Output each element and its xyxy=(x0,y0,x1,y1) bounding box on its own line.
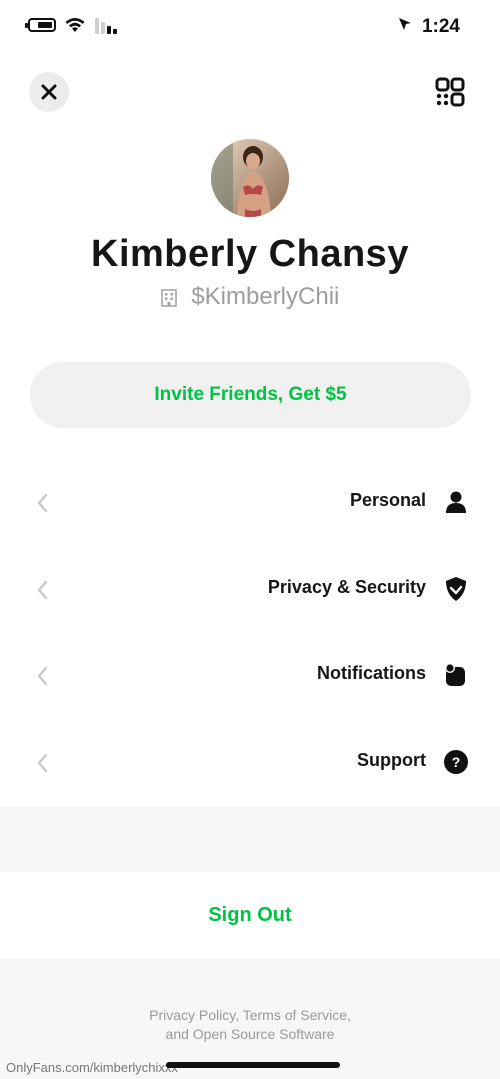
menu-item-personal[interactable]: Personal xyxy=(0,473,500,533)
status-time: 1:24 xyxy=(421,16,460,37)
home-indicator[interactable] xyxy=(166,1062,340,1068)
watermark-text: OnlyFans.com/kimberlychixxx xyxy=(6,1060,178,1075)
section-divider xyxy=(0,806,500,872)
menu-item-label: Notifications xyxy=(316,663,426,683)
close-icon xyxy=(41,84,57,100)
cashtag-row: $KimberlyChii xyxy=(0,283,500,311)
cashtag: $KimberlyChii xyxy=(191,283,340,310)
sign-out-label: Sign Out xyxy=(208,903,292,926)
menu-item-label: Support xyxy=(357,750,426,770)
cellular-signal-icon xyxy=(95,18,117,34)
profile-screen: 1:24 Kimberly Chansy $KimberlyChii Invit… xyxy=(0,0,500,1079)
chevron-left-icon xyxy=(37,493,48,513)
menu-item-label: Privacy & Security xyxy=(267,577,426,597)
avatar[interactable] xyxy=(211,139,289,217)
qr-code-icon xyxy=(435,77,465,107)
chevron-left-icon xyxy=(37,666,48,686)
help-icon: ? xyxy=(444,750,468,774)
invite-friends-button[interactable]: Invite Friends, Get $5 xyxy=(30,362,471,428)
chevron-left-icon xyxy=(37,580,48,600)
battery-icon xyxy=(25,18,56,32)
person-icon xyxy=(446,491,466,513)
menu-item-privacy-security[interactable]: Privacy & Security xyxy=(0,560,500,620)
shield-icon xyxy=(446,577,466,601)
legal-line-1[interactable]: Privacy Policy, Terms of Service, xyxy=(100,1006,400,1025)
notification-icon xyxy=(445,663,465,686)
svg-text:?: ? xyxy=(452,754,461,770)
close-button[interactable] xyxy=(29,72,69,112)
status-bar: 1:24 xyxy=(0,14,500,40)
location-arrow-icon xyxy=(399,18,411,30)
legal-links[interactable]: Privacy Policy, Terms of Service, and Op… xyxy=(100,1006,400,1044)
wifi-icon xyxy=(65,18,85,32)
display-name: Kimberly Chansy xyxy=(91,233,409,275)
menu-item-label: Personal xyxy=(349,490,426,510)
menu-item-support[interactable]: Support ? xyxy=(0,733,500,793)
qr-code-button[interactable] xyxy=(432,74,468,110)
invite-friends-label: Invite Friends, Get $5 xyxy=(154,384,347,405)
sign-out-button[interactable]: Sign Out xyxy=(0,872,500,958)
menu-item-notifications[interactable]: Notifications xyxy=(0,646,500,706)
bank-icon xyxy=(160,288,177,307)
avatar-photo xyxy=(211,139,289,217)
chevron-left-icon xyxy=(37,753,48,773)
legal-line-2[interactable]: and Open Source Software xyxy=(100,1025,400,1044)
